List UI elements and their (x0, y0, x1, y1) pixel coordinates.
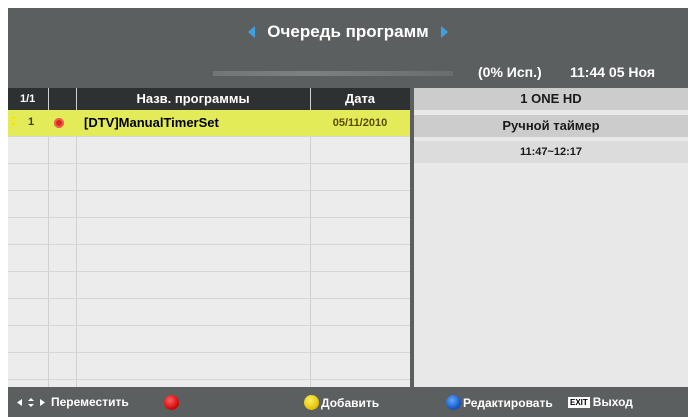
table-row-empty[interactable] (8, 218, 410, 245)
add-button[interactable]: Добавить (304, 395, 379, 410)
exit-button[interactable]: EXIT Выход (568, 395, 633, 409)
yellow-button-icon (304, 395, 319, 410)
header: Очередь программ (8, 8, 688, 56)
column-header-date: Дата (344, 91, 376, 106)
status-bar: (0% Исп.) 11:44 05 Ноя (8, 58, 688, 88)
decorative-strip (213, 71, 453, 76)
table-row-empty[interactable] (8, 164, 410, 191)
column-header-name: Назв. программы (136, 91, 250, 106)
edit-button[interactable]: Редактировать (446, 395, 553, 410)
red-button-hint[interactable] (164, 395, 181, 410)
table-row-empty[interactable] (8, 191, 410, 218)
record-icon (54, 118, 64, 128)
tv-screen: Очередь программ (0% Исп.) 11:44 05 Ноя … (8, 8, 688, 417)
row-number: 1 (28, 116, 35, 128)
time-range: 11:47~12:17 (414, 141, 688, 163)
timer-type: Ручной таймер (414, 115, 688, 137)
table-row[interactable]: ▲ ▼ 1 [DTV]ManualTimerSet 05/11/2010 (8, 110, 410, 137)
edit-label: Редактировать (463, 395, 553, 410)
table-body: ▲ ▼ 1 [DTV]ManualTimerSet 05/11/2010 (8, 110, 410, 380)
program-name: [DTV]ManualTimerSet (84, 115, 219, 130)
move-hint: Переместить (51, 395, 129, 409)
table-row-empty[interactable] (8, 353, 410, 380)
table-row-empty[interactable] (8, 326, 410, 353)
navigate-icon (17, 398, 45, 407)
table-row-empty[interactable] (8, 245, 410, 272)
table-row-empty[interactable] (8, 272, 410, 299)
page-title: Очередь программ (267, 22, 429, 41)
details-panel: 1 ONE HD Ручной таймер 11:47~12:17 (414, 88, 688, 387)
blue-button-icon (446, 395, 461, 410)
reorder-arrows-icon: ▲ ▼ (10, 114, 17, 129)
right-arrow-icon[interactable] (440, 26, 448, 38)
exit-key-icon: EXIT (568, 396, 590, 408)
footer-legend: Переместить Добавить Редактировать EXIT … (8, 387, 688, 417)
schedule-table: 1/1 Назв. программы Дата ▲ ▼ 1 [DTV]Manua… (8, 88, 410, 387)
table-header: 1/1 Назв. программы Дата (8, 88, 410, 110)
clock: 11:44 05 Ноя (570, 64, 656, 80)
table-row-empty[interactable] (8, 299, 410, 326)
exit-label: Выход (592, 395, 633, 409)
table-row-empty[interactable] (8, 137, 410, 164)
program-date: 05/11/2010 (332, 117, 388, 129)
list-count: 1/1 (20, 93, 36, 105)
red-button-icon[interactable] (164, 395, 179, 410)
left-arrow-icon[interactable] (248, 26, 256, 38)
add-label: Добавить (321, 395, 380, 410)
channel-name: 1 ONE HD (414, 88, 688, 110)
move-label: Переместить (51, 395, 129, 409)
usage-indicator: (0% Исп.) (478, 64, 542, 80)
